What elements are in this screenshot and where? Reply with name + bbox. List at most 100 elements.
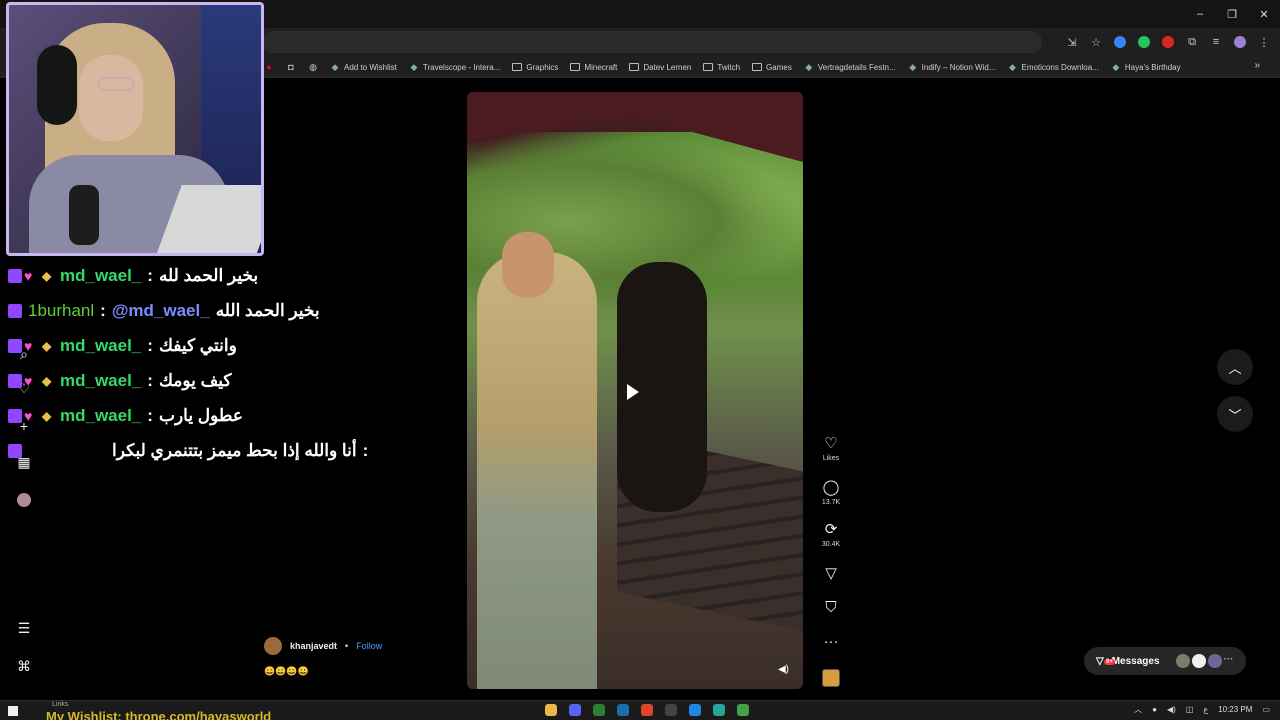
chat-separator: : [147, 265, 153, 285]
microphone-icon[interactable]: ● [1152, 705, 1157, 714]
extension-red-icon[interactable] [1160, 34, 1176, 50]
chat-username[interactable]: md_wael_ [60, 371, 141, 391]
clock[interactable]: 10:23 PM [1218, 705, 1252, 714]
windows-start-icon[interactable] [8, 706, 18, 716]
audio-thumbnail[interactable] [822, 669, 840, 687]
screen: – ❐ ✕ ⇲ ☆ ⧉ ≡ ⋮ ● ◘ ◍ ◆ Add to Wishlist ◆ T… [0, 0, 1280, 720]
chrome-icon[interactable] [641, 704, 653, 716]
post-caption: 😀😀😀😀 [264, 666, 309, 676]
more-options-button[interactable]: ··· [816, 634, 846, 650]
bookmark-item[interactable]: ◆ Emoticons Downloa... [1007, 62, 1099, 72]
discord-icon[interactable] [569, 704, 581, 716]
tray-overflow-icon[interactable]: ︿ [1134, 704, 1142, 715]
extension-blue-icon[interactable] [1112, 34, 1128, 50]
chat-text: كيف يومك [158, 370, 232, 390]
twitch-badge-icon [8, 338, 22, 353]
notifications-icon[interactable]: ▭ [1262, 705, 1270, 714]
chat-message: ♥ ◆ md_wael_: كيف يومك [8, 363, 388, 398]
chat-username[interactable]: md_wael_ [60, 266, 141, 286]
apps-icon[interactable]: ⌘ [14, 656, 34, 676]
volume-icon[interactable]: ◀) [778, 664, 789, 675]
like-button[interactable]: ♡ Likes [816, 435, 846, 463]
obs-icon[interactable] [665, 704, 677, 716]
bookmark-item[interactable]: ◆ Indify – Notion Wid... [908, 62, 995, 72]
messages-button[interactable]: ▽ 9+ Messages ··· [1084, 647, 1246, 675]
profile-avatar-icon[interactable] [1232, 34, 1248, 50]
chat-username[interactable]: md_wael_ [60, 336, 141, 356]
bookmark-item[interactable]: Games [752, 63, 792, 72]
bookmark-label: Graphics [526, 62, 559, 72]
page-favicon-icon: ◆ [410, 61, 418, 72]
bookmark-item[interactable]: ◆ Travelscope - Intera... [409, 61, 501, 72]
bookmark-star-icon[interactable]: ☆ [1088, 34, 1104, 50]
app-icon[interactable] [737, 704, 749, 716]
chat-message: ♥ ◆ md_wael_: بخير الحمد لله [8, 258, 388, 293]
minimize-icon[interactable]: – [1184, 0, 1216, 28]
bookmark-item[interactable]: Twitch [703, 63, 740, 72]
bookmark-item[interactable]: ◆ Haya's Birthday [1111, 62, 1180, 72]
chat-username[interactable]: 1burhanl [28, 301, 94, 321]
chat-message: ♥ ◆ md_wael_: وانتي كيفك [8, 328, 388, 363]
twitch-badge-icon [8, 443, 22, 458]
profile-avatar[interactable] [14, 490, 34, 510]
extensions-puzzle-icon[interactable]: ⧉ [1184, 34, 1200, 50]
folder-icon [752, 63, 763, 71]
next-post-button[interactable]: ﹀ [1217, 396, 1253, 432]
bookmark-label: Emoticons Downloa... [1021, 62, 1099, 72]
chat-message: 1burhanl: @md_wael_ بخير الحمد الله [8, 293, 388, 328]
restore-icon[interactable]: ❐ [1216, 0, 1248, 28]
save-button[interactable]: ⛉ [816, 600, 846, 616]
chat-mention[interactable]: @md_wael_ [112, 301, 210, 321]
network-icon[interactable]: ◫ [1186, 705, 1194, 714]
wishlist-ticker: My Wishlist: throne.com/hayasworld [46, 709, 272, 720]
folder-icon [512, 63, 523, 71]
bookmark-label: Travelscope - Intera... [422, 62, 501, 72]
folder-icon [629, 63, 640, 71]
globe-icon[interactable]: ◍ [308, 62, 318, 72]
heart-icon: ♡ [824, 435, 838, 452]
author-username[interactable]: khanjavedt [290, 641, 337, 651]
gem-badge-icon: ◆ [42, 373, 52, 388]
play-icon[interactable] [627, 384, 639, 400]
chevron-up-icon: ︿ [1228, 360, 1242, 376]
app-icon[interactable] [689, 704, 701, 716]
extension-green-icon[interactable] [1136, 34, 1152, 50]
chat-badges: ♥ ◆ [8, 408, 54, 423]
pinterest-icon[interactable]: ● [264, 62, 274, 72]
repost-button[interactable]: ⟳ 30.4K [816, 522, 846, 549]
file-explorer-icon[interactable] [545, 704, 557, 716]
comment-button[interactable]: ◯ 13.7K [816, 480, 846, 507]
subscriber-heart-icon: ♥ [24, 337, 33, 354]
address-bar[interactable] [262, 31, 1042, 53]
chat-text: عطول يارب [158, 405, 244, 425]
steam-icon[interactable] [617, 704, 629, 716]
input-language[interactable]: ع [1203, 705, 1208, 714]
window-controls: – ❐ ✕ [1184, 0, 1280, 28]
more-avatars-icon: ··· [1223, 654, 1234, 665]
close-icon[interactable]: ✕ [1248, 0, 1280, 28]
bookmark-item[interactable]: Datev Lernen [629, 63, 691, 72]
speaker-icon[interactable]: ◀) [1167, 705, 1176, 714]
install-app-icon[interactable]: ⇲ [1064, 34, 1080, 50]
author-avatar[interactable] [264, 637, 282, 655]
previous-post-button[interactable]: ︿ [1217, 349, 1253, 385]
follow-button[interactable]: Follow [356, 641, 382, 651]
xbox-icon[interactable] [593, 704, 605, 716]
share-button[interactable]: ▽ [816, 566, 846, 582]
reel-video[interactable]: ◀) [467, 92, 803, 689]
menu-kebab-icon[interactable]: ⋮ [1256, 34, 1272, 50]
reading-list-icon[interactable]: ≡ [1208, 34, 1224, 50]
bookmark-item[interactable]: ◆ Add to Wishlist [330, 62, 397, 72]
menu-hamburger-icon[interactable]: ☰ [14, 618, 34, 638]
instagram-icon[interactable]: ◘ [286, 62, 296, 72]
chat-username[interactable]: md_wael_ [60, 406, 141, 426]
bookmark-item[interactable]: ◆ Vertragdetails Festn... [804, 62, 895, 72]
bookmark-item[interactable]: Minecraft [570, 63, 617, 72]
message-avatar [1175, 654, 1190, 668]
app-icon[interactable] [713, 704, 725, 716]
bookmarks-overflow-icon[interactable]: » [1254, 60, 1260, 71]
author-separator: • [345, 641, 349, 651]
bookmark-item[interactable]: Graphics [512, 63, 558, 72]
messages-avatars: ··· [1175, 654, 1234, 668]
system-tray: ︿ ● ◀) ◫ ع 10:23 PM ▭ [1134, 704, 1270, 715]
